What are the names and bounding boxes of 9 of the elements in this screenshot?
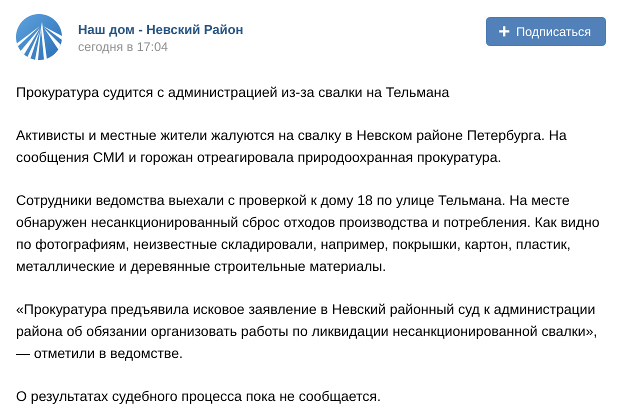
- post-paragraph: «Прокуратура предъявила исковое заявление в Невский районный суд к администрации района об обязании организовать работы по ликвидации несанкционированной свалки», — отметили в ведомстве.: [16, 300, 598, 363]
- community-avatar[interactable]: [16, 14, 62, 60]
- post-paragraph: Активисты и местные жители жалуются на свалку в Невском районе Петербурга. На сообщения СМИ и горожан отреагировала природоохранная прокуратура.: [16, 126, 568, 167]
- post-time[interactable]: сегодня в 17:04: [78, 39, 244, 56]
- post-paragraph: О результатах судебного процесса пока не сообщается.: [16, 387, 382, 406]
- post-paragraph: Сотрудники ведомства выехали с проверкой к дому 18 по улице Тельмана. На месте обнаружен несанкционированный сброс отходов производства и потребления. Как видно по фотографиям, неизвестные складировали, например, покрышки, картон, пластик, металлические и деревянные строительные материалы.: [16, 191, 601, 276]
- subscribe-button[interactable]: + Подписаться: [486, 17, 606, 46]
- community-name[interactable]: Наш дом - Невский Район: [78, 22, 244, 38]
- post-paragraph: Прокуратура судится с администрацией из-за свалки на Тельмана: [16, 83, 450, 102]
